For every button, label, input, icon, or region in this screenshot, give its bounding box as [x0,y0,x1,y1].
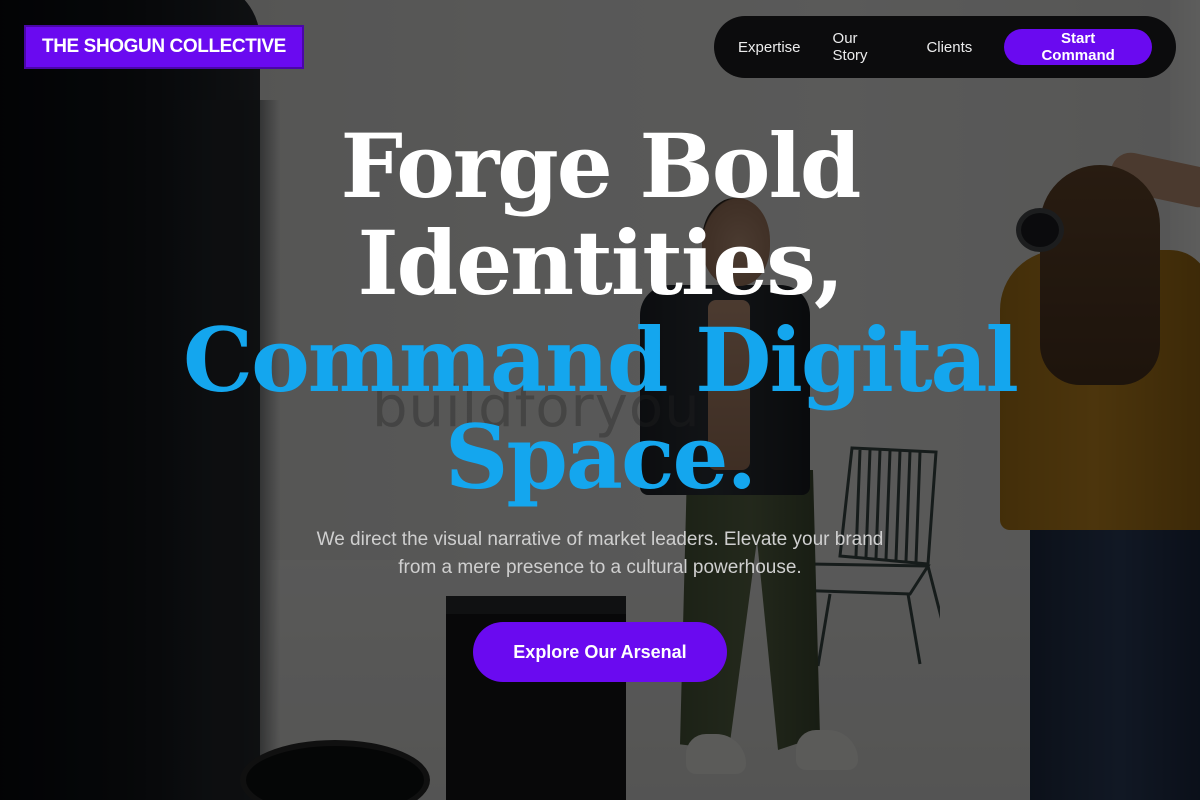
nav-link-our-story[interactable]: Our Story [833,30,895,64]
subtext-line-2: from a mere presence to a cultural power… [398,557,802,578]
hero-headline: Forge Bold Identities, Command Digital S… [0,118,1200,506]
explore-arsenal-button[interactable]: Explore Our Arsenal [473,622,727,682]
hero-subtext: We direct the visual narrative of market… [270,526,930,582]
headline-line-2: Identities, [357,211,845,315]
headline-line-3: Command Digital [183,308,1019,412]
headline-line-4: Space. [444,405,757,509]
nav-link-clients[interactable]: Clients [926,39,972,56]
brand-logo[interactable]: THE SHOGUN COLLECTIVE [24,25,304,69]
start-command-button[interactable]: Start Command [1004,29,1152,65]
hero-section: buildforyou THE SHOGUN COLLECTIVE Expert… [0,0,1200,800]
nav-link-expertise[interactable]: Expertise [738,39,801,56]
top-navigation: Expertise Our Story Clients Start Comman… [714,16,1176,78]
subtext-line-1: We direct the visual narrative of market… [316,529,884,550]
headline-line-1: Forge Bold [340,114,862,218]
